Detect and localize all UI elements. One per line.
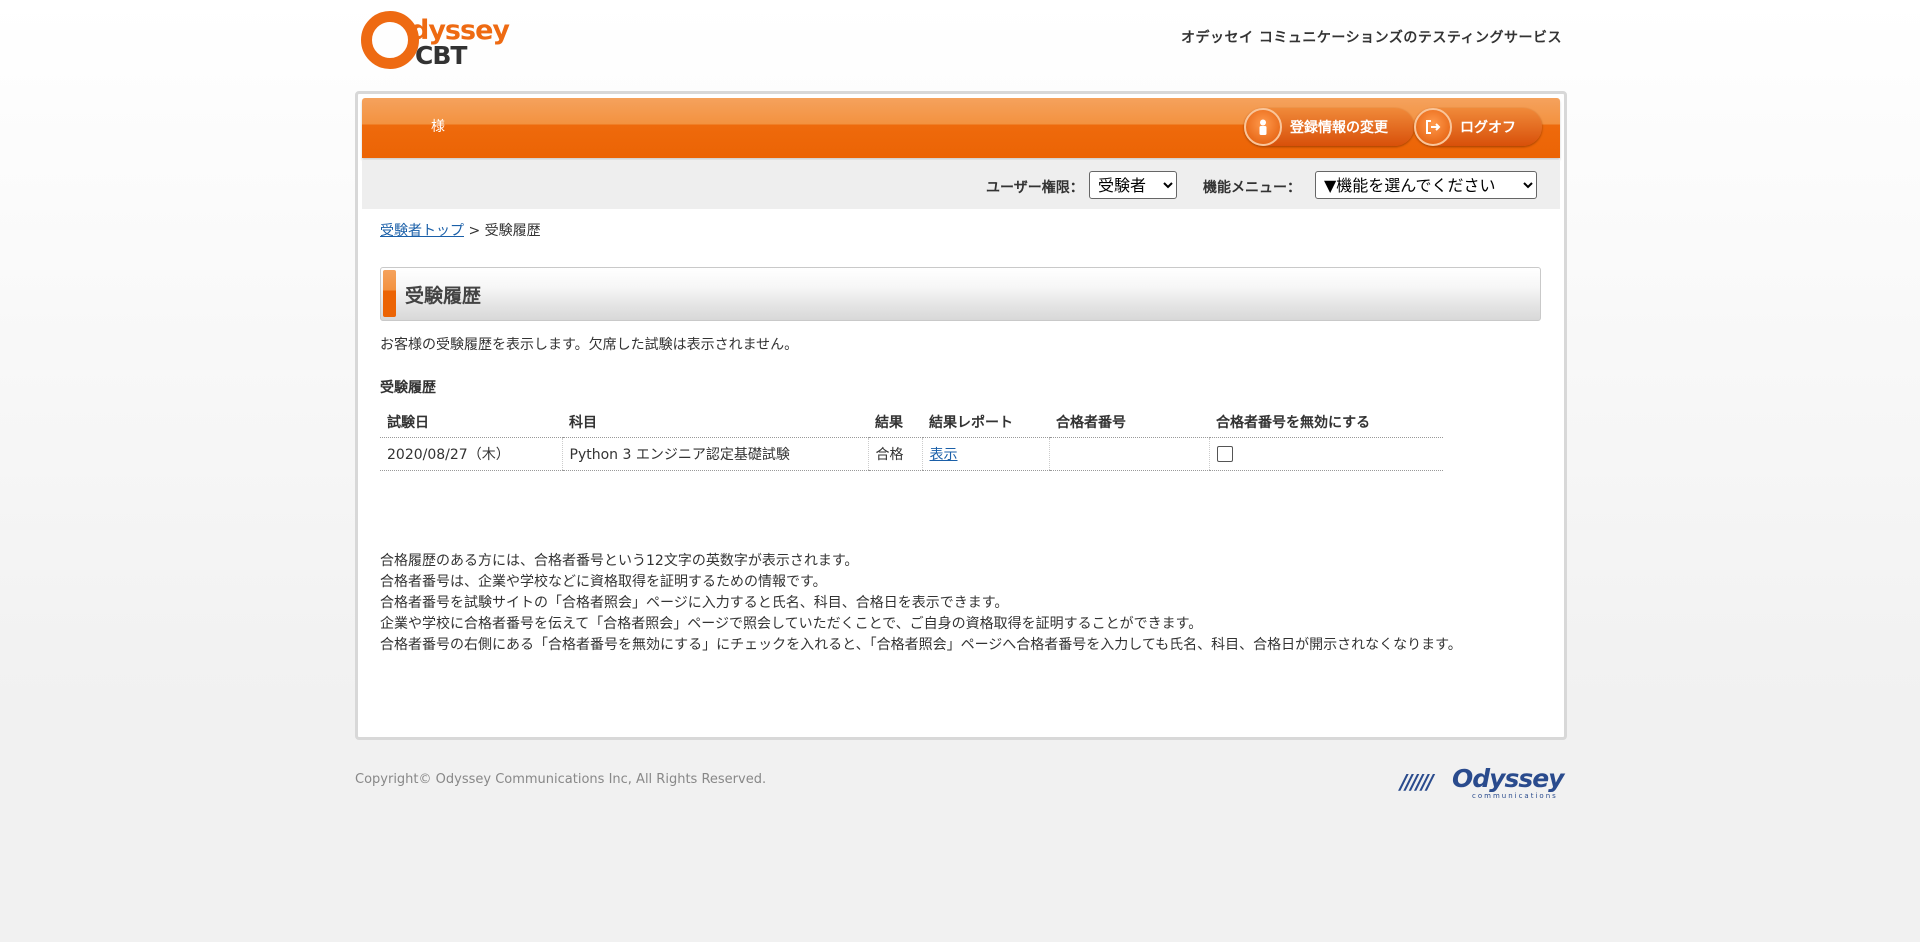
odyssey-communications-logo[interactable]: ////// Odyssey communications bbox=[1400, 764, 1564, 800]
report-view-link[interactable]: 表示 bbox=[930, 447, 958, 463]
page-title: 受験履歴 bbox=[405, 285, 482, 307]
user-name: 様 bbox=[431, 119, 445, 135]
section-title-box: 受験履歴 bbox=[380, 267, 1541, 321]
note-line: 合格者番号を試験サイトの「合格者照会」ページに入力すると氏名、科目、合格日を表示… bbox=[380, 595, 1009, 611]
note-line: 合格者番号は、企業や学校などに資格取得を証明するための情報です。 bbox=[380, 574, 827, 590]
breadcrumb-current: 受験履歴 bbox=[484, 223, 541, 239]
logo-word-cbt: CBT bbox=[415, 41, 467, 70]
page-description: お客様の受験履歴を表示します。欠席した試験は表示されません。 bbox=[380, 337, 799, 353]
edit-registration-button[interactable]: 登録情報の変更 bbox=[1244, 108, 1414, 146]
cell-report: 表示 bbox=[921, 437, 1049, 471]
toolbar: ユーザー権限： 受験者 機能メニュー： ▼機能を選んでください bbox=[362, 160, 1560, 209]
main-panel: 様 登録情報の変更 ログオフ ユーザー権限： 受験者 機能メニュー： ▼機能を選… bbox=[355, 91, 1567, 740]
user-bar: 様 登録情報の変更 ログオフ bbox=[362, 98, 1560, 158]
cell-pass-number bbox=[1048, 437, 1209, 471]
col-result: 結果 bbox=[868, 407, 922, 438]
logoff-label: ログオフ bbox=[1460, 120, 1516, 136]
table-row: 2020/08/27（木） Python 3 エンジニア認定基礎試験 合格 表示 bbox=[380, 437, 1443, 471]
cell-result: 合格 bbox=[867, 437, 922, 471]
col-report: 結果レポート bbox=[922, 407, 1049, 438]
breadcrumb: 受験者トップ > 受験履歴 bbox=[380, 220, 541, 240]
notes: 合格履歴のある方には、合格者番号という12文字の英数字が表示されます。 合格者番… bbox=[380, 551, 1540, 656]
note-line: 企業や学校に合格者番号を伝えて「合格者照会」ページで照会していただくことで、ご自… bbox=[380, 616, 1203, 632]
logout-icon bbox=[1414, 108, 1452, 146]
role-select[interactable]: 受験者 bbox=[1089, 171, 1177, 199]
history-heading: 受験履歴 bbox=[380, 380, 436, 396]
col-date: 試験日 bbox=[380, 407, 562, 438]
col-pass-number: 合格者番号 bbox=[1049, 407, 1209, 438]
logo-name: Odyssey bbox=[1452, 764, 1564, 793]
title-accent bbox=[383, 270, 396, 317]
logo-stripes: ////// bbox=[1400, 770, 1434, 794]
cell-disable bbox=[1208, 437, 1443, 471]
edit-registration-label: 登録情報の変更 bbox=[1290, 120, 1388, 136]
col-disable-pass-number: 合格者番号を無効にする bbox=[1209, 407, 1443, 438]
person-icon bbox=[1244, 108, 1282, 146]
note-line: 合格履歴のある方には、合格者番号という12文字の英数字が表示されます。 bbox=[380, 553, 859, 569]
copyright: Copyright© Odyssey Communications Inc, A… bbox=[355, 772, 767, 787]
logo-subtext: communications bbox=[1472, 792, 1558, 800]
disable-pass-number-checkbox[interactable] bbox=[1216, 446, 1233, 462]
breadcrumb-separator: > bbox=[468, 223, 481, 239]
cell-date: 2020/08/27（木） bbox=[380, 437, 562, 471]
function-menu-select[interactable]: ▼機能を選んでください bbox=[1315, 171, 1537, 199]
function-menu-label: 機能メニュー： bbox=[1203, 180, 1301, 196]
odyssey-cbt-logo[interactable]: dyssey CBT bbox=[359, 9, 519, 70]
note-line: 合格者番号の右側にある「合格者番号を無効にする」にチェックを入れると、「合格者照… bbox=[380, 637, 1462, 653]
cell-subject: Python 3 エンジニア認定基礎試験 bbox=[561, 437, 868, 471]
role-label: ユーザー権限： bbox=[986, 180, 1084, 196]
logoff-button[interactable]: ログオフ bbox=[1414, 108, 1542, 146]
breadcrumb-home-link[interactable]: 受験者トップ bbox=[380, 223, 464, 239]
col-subject: 科目 bbox=[562, 407, 868, 438]
history-table: 試験日 科目 結果 結果レポート 合格者番号 合格者番号を無効にする 2020/… bbox=[380, 407, 1443, 471]
header-tagline: オデッセイ コミュニケーションズのテスティングサービス bbox=[1181, 30, 1562, 46]
table-header-row: 試験日 科目 結果 結果レポート 合格者番号 合格者番号を無効にする bbox=[380, 407, 1443, 438]
